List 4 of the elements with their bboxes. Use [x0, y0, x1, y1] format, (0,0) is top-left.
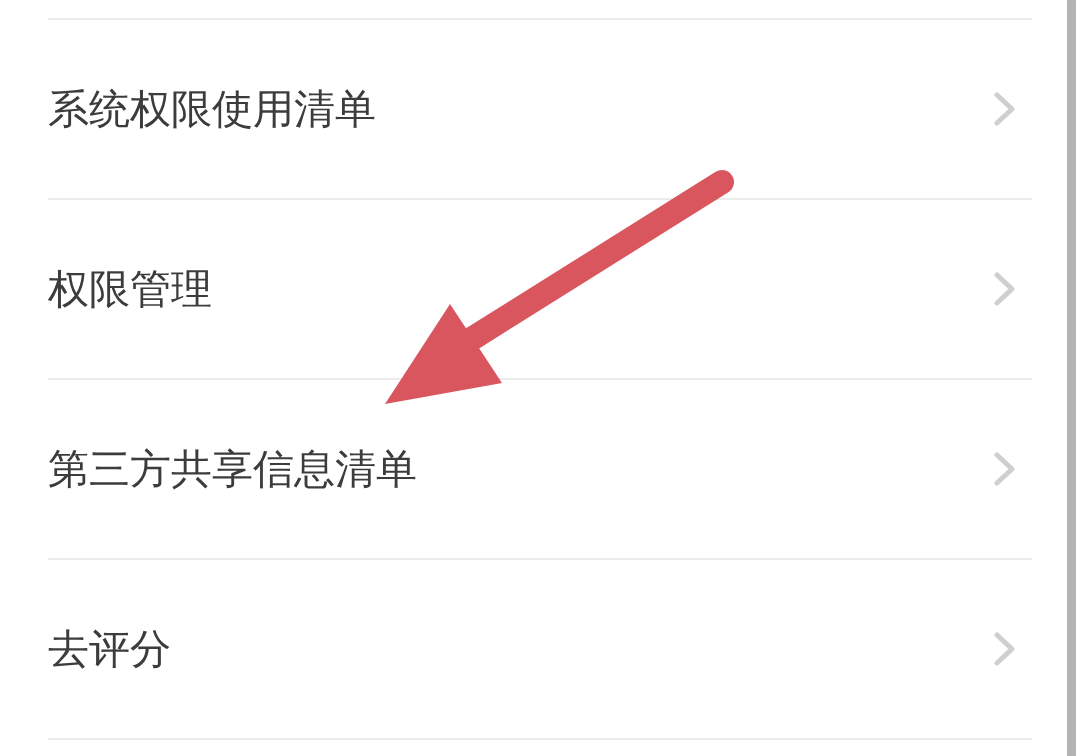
chevron-icon	[994, 272, 1016, 306]
chevron-icon	[994, 632, 1016, 666]
chevron-icon	[994, 92, 1016, 126]
chevron-icon	[994, 452, 1016, 486]
